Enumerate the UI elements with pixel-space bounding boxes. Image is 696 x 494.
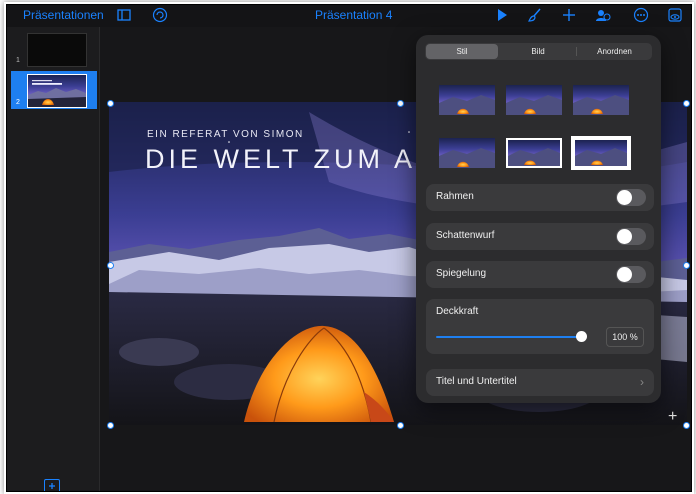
tab-stil[interactable]: Stil	[426, 44, 498, 59]
style-preset-4[interactable]	[439, 138, 495, 168]
format-brush-icon[interactable]	[527, 7, 543, 23]
border-row: Rahmen	[426, 184, 654, 211]
title-subtitle-row[interactable]: Titel und Untertitel ›	[426, 369, 654, 396]
selection-handle[interactable]	[107, 262, 114, 269]
format-tabs: Stil Bild Anordnen	[425, 43, 652, 60]
opacity-slider-track[interactable]	[436, 336, 582, 338]
shadow-toggle[interactable]	[616, 228, 646, 245]
add-icon[interactable]: +	[668, 408, 677, 426]
play-icon[interactable]	[494, 7, 510, 23]
border-toggle[interactable]	[616, 189, 646, 206]
slide-title[interactable]: DIE WELT ZUM AN	[145, 144, 440, 175]
style-preset-1[interactable]	[439, 85, 495, 115]
format-popover: Stil Bild Anordnen Rahmen Schattenwurf S…	[416, 35, 661, 403]
slide-number: 2	[16, 99, 20, 106]
reflection-label: Spiegelung	[436, 268, 487, 279]
reflection-row: Spiegelung	[426, 261, 654, 288]
style-preset-2[interactable]	[506, 85, 562, 115]
tab-anordnen[interactable]: Anordnen	[577, 43, 652, 60]
add-icon[interactable]	[561, 7, 577, 23]
slide-thumbnail-1[interactable]	[27, 33, 87, 67]
add-slide-icon[interactable]	[44, 479, 60, 491]
selection-handle[interactable]	[107, 422, 114, 429]
top-toolbar: Präsentationen Präsentation 4	[7, 5, 691, 27]
style-preset-5[interactable]	[506, 138, 562, 168]
chevron-right-icon: ›	[640, 375, 644, 389]
document-title[interactable]: Präsentation 4	[315, 8, 392, 22]
border-label: Rahmen	[436, 191, 474, 202]
reflection-toggle[interactable]	[616, 266, 646, 283]
shadow-label: Schattenwurf	[436, 230, 495, 241]
view-icon[interactable]	[667, 7, 683, 23]
undo-icon[interactable]	[152, 7, 168, 23]
slides-panel-icon[interactable]	[116, 7, 132, 23]
opacity-value-field[interactable]: 100 %	[606, 327, 644, 347]
selection-handle[interactable]	[683, 262, 690, 269]
tab-bild[interactable]: Bild	[501, 43, 575, 60]
selection-handle[interactable]	[683, 100, 690, 107]
opacity-label: Deckkraft	[436, 306, 479, 317]
opacity-slider-knob[interactable]	[576, 331, 587, 342]
selection-handle[interactable]	[683, 422, 690, 429]
selection-handle[interactable]	[397, 422, 404, 429]
opacity-row: Deckkraft 100 %	[426, 299, 654, 354]
selection-handle[interactable]	[107, 100, 114, 107]
slide-number: 1	[16, 57, 20, 64]
collaborate-icon[interactable]	[595, 7, 611, 23]
shadow-row: Schattenwurf	[426, 223, 654, 250]
style-preset-6-selected[interactable]	[571, 136, 631, 170]
selection-handle[interactable]	[397, 100, 404, 107]
style-preset-3[interactable]	[573, 85, 629, 115]
slide-subtitle[interactable]: EIN REFERAT VON SIMON	[147, 129, 304, 140]
keynote-window: Präsentationen Präsentation 4 1 2 EIN RE…	[6, 4, 692, 492]
slide-navigator: 1 2	[7, 27, 100, 491]
slide-thumbnail-2-selected[interactable]: 2	[11, 71, 97, 109]
slide-thumbnail-image	[27, 74, 87, 108]
more-icon[interactable]	[633, 7, 649, 23]
back-to-presentations-button[interactable]: Präsentationen	[23, 8, 104, 22]
title-subtitle-label: Titel und Untertitel	[436, 376, 517, 387]
